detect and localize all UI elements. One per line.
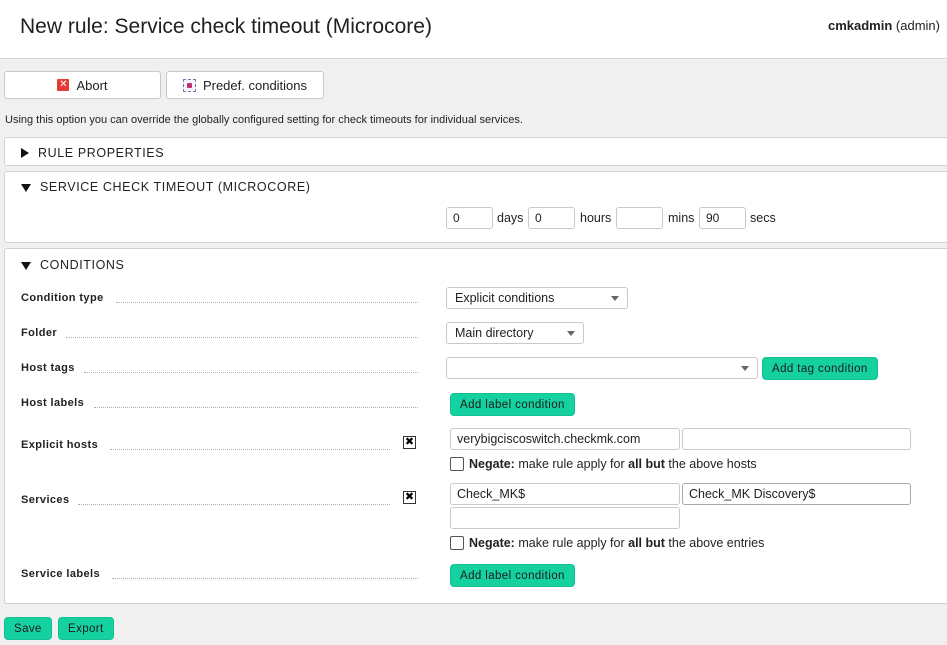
negate-hosts-row: Negate: make rule apply for all but the … [450,457,757,471]
days-unit: days [497,211,524,225]
expand-triangle-icon [21,148,29,158]
negate-all-but: all but [628,457,665,471]
condition-type-select[interactable]: Explicit conditions [446,287,628,309]
collapse-triangle-icon [21,262,31,270]
condition-type-value: Explicit conditions [455,291,555,305]
rule-properties-box: RULE PROPERTIES [4,137,947,166]
negate-text: the above entries [668,536,765,550]
user-role: (admin) [895,18,940,33]
username: cmkadmin [827,18,893,33]
negate-all-but: all but [628,536,665,550]
negate-bold: Negate: [469,536,515,550]
intro-text: Using this option you can override the g… [5,114,523,126]
add-service-label-condition-button[interactable]: Add label condition [450,564,575,587]
mins-unit: mins [668,211,695,225]
add-tag-condition-button[interactable]: Add tag condition [762,357,878,380]
leader-dots [116,302,418,303]
timeout-header[interactable]: SERVICE CHECK TIMEOUT (MICROCORE) [21,180,311,194]
service-input[interactable]: Check_MK$ [450,483,680,505]
folder-value: Main directory [455,326,534,340]
negate-text: make rule apply for [518,457,625,471]
negate-bold: Negate: [469,457,515,471]
hours-unit: hours [580,211,612,225]
explicit-host-input[interactable]: verybigciscoswitch.checkmk.com [450,428,680,450]
host-tags-select[interactable] [446,357,758,379]
explicit-host-input-empty[interactable] [682,428,911,450]
predef-conditions-button[interactable]: Predef. conditions [166,71,324,99]
chevron-down-icon [741,366,749,371]
leader-dots [110,449,390,450]
secs-unit: secs [750,211,776,225]
folder-label: Folder [21,327,58,339]
page-title: New rule: Service check timeout (Microco… [20,15,432,38]
timeout-title: SERVICE CHECK TIMEOUT (MICROCORE) [40,180,311,194]
explicit-hosts-label: Explicit hosts [21,439,99,451]
save-button[interactable]: Save [4,617,52,640]
leader-dots [84,372,418,373]
chevron-down-icon [611,296,619,301]
collapse-triangle-icon [21,184,31,192]
abort-icon: ✕ [57,79,70,91]
service-input-empty[interactable] [450,507,680,529]
leader-dots [66,337,418,338]
service-input[interactable]: Check_MK Discovery$ [682,483,911,505]
add-host-label-condition-button[interactable]: Add label condition [450,393,575,416]
conditions-header[interactable]: CONDITIONS [21,258,124,272]
negate-services-checkbox[interactable] [450,536,464,550]
host-labels-label: Host labels [21,397,85,409]
rule-properties-title: RULE PROPERTIES [38,146,165,160]
abort-label: Abort [76,77,108,93]
leader-dots [94,407,418,408]
condition-type-label: Condition type [21,292,104,304]
secs-input[interactable] [699,207,746,229]
negate-hosts-checkbox[interactable] [450,457,464,471]
services-label: Services [21,494,70,506]
abort-button[interactable]: ✕ Abort [4,71,161,99]
host-tags-label: Host tags [21,362,75,374]
leader-dots [78,504,390,505]
rule-properties-header[interactable]: RULE PROPERTIES [21,146,164,160]
predef-label: Predef. conditions [202,77,308,93]
folder-select[interactable]: Main directory [446,322,584,344]
remove-services-icon[interactable]: ✖ [403,491,416,504]
hours-input[interactable] [528,207,575,229]
remove-explicit-hosts-icon[interactable]: ✖ [403,436,416,449]
negate-text: the above hosts [668,457,757,471]
negate-text: make rule apply for [518,536,625,550]
mins-input[interactable] [616,207,663,229]
top-bar: New rule: Service check timeout (Microco… [0,0,947,59]
predefined-conditions-icon [182,78,196,92]
chevron-down-icon [567,331,575,336]
leader-dots [112,578,418,579]
negate-services-row: Negate: make rule apply for all but the … [450,536,764,550]
days-input[interactable] [446,207,493,229]
service-labels-label: Service labels [21,568,100,580]
export-button[interactable]: Export [58,617,114,640]
conditions-title: CONDITIONS [40,258,125,272]
user-info: cmkadmin (admin) [828,18,940,33]
